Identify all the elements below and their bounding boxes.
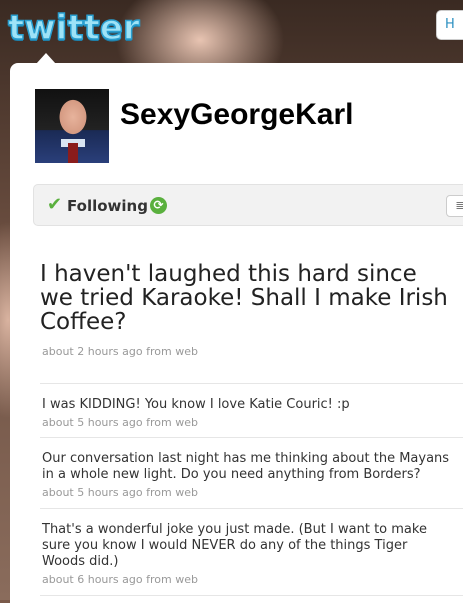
following-button[interactable]: Following [67,197,148,215]
tweet-line: in a whole new light. Do you need anythi… [42,467,421,482]
divider [40,437,463,438]
divider [40,508,463,509]
avatar-tie [68,143,78,163]
tweet-text: Our conversation last night has me think… [42,451,463,483]
tweet-text: That's a wonderful joke you just made. (… [42,522,463,570]
profile-screen-name: SexyGeorgeKarl [120,98,354,131]
latest-tweet-timestamp[interactable]: about 2 hours ago from web [42,345,198,358]
tweet-timestamp[interactable]: about 5 hours ago from web [42,486,198,499]
home-button[interactable]: H [436,10,463,40]
tweet-timestamp[interactable]: about 6 hours ago from web [42,573,198,586]
follow-action-bar: ✔ Following ⟳ ≣ [33,184,463,226]
list-menu-button[interactable]: ≣ [446,195,463,217]
tweet-text: I was KIDDING! You know I love Katie Cou… [42,397,463,413]
divider [40,383,463,384]
checkmark-icon: ✔ [47,194,63,215]
tweet-line: Our conversation last night has me think… [42,451,450,466]
profile-card: SexyGeorgeKarl ✔ Following ⟳ ≣ I haven't… [10,63,463,603]
tweet-line: sure you know I would NEVER do any of th… [42,538,408,553]
avatar[interactable] [35,89,109,163]
tweet-line: I was KIDDING! You know I love Katie Cou… [42,397,350,412]
divider [40,595,463,596]
twitter-logo[interactable]: twitter [7,7,140,49]
latest-tweet-line: Coffee? [40,309,127,335]
retweet-toggle-icon[interactable]: ⟳ [150,197,167,214]
latest-tweet-text: I haven't laughed this hard since we tri… [40,262,463,334]
latest-tweet-line: I haven't laughed this hard since [40,261,417,287]
tweet-timestamp[interactable]: about 5 hours ago from web [42,416,198,429]
latest-tweet-line: we tried Karaoke! Shall I make Irish [40,285,448,311]
tweet-line: That's a wonderful joke you just made. (… [42,522,427,537]
tweet-line: Woods did.) [42,554,119,569]
